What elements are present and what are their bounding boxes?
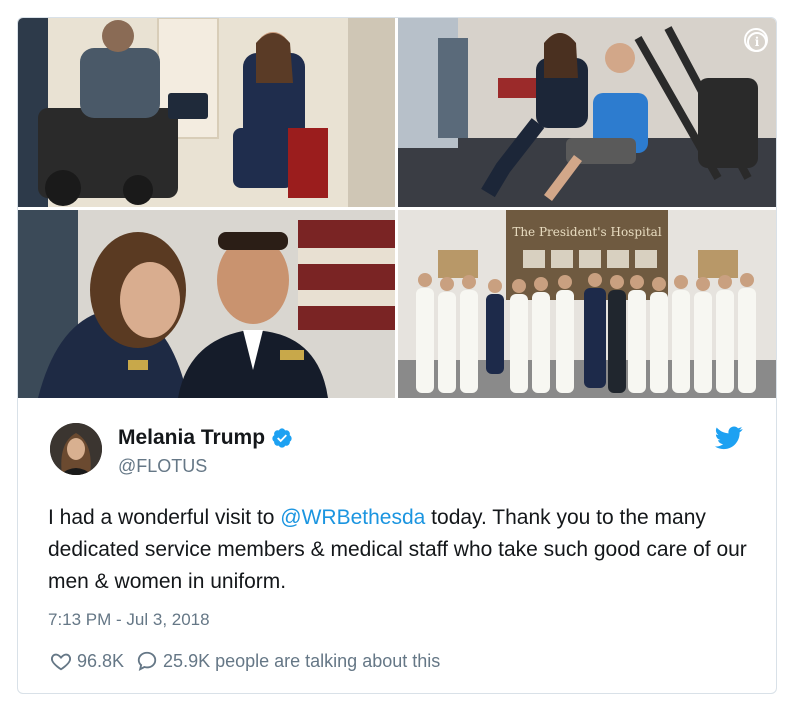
- photo-group-staff[interactable]: The President's Hospital: [398, 210, 776, 398]
- tweet-text-start: I had a wonderful visit to: [48, 506, 281, 529]
- tweet-media-grid: The President's Hospital i: [18, 18, 776, 398]
- speech-bubble-icon: [137, 651, 157, 671]
- avatar[interactable]: [50, 423, 102, 475]
- like-count: 96.8K: [77, 650, 125, 671]
- handle[interactable]: @FLOTUS: [118, 456, 207, 477]
- like-button[interactable]: 96.8K: [50, 650, 124, 672]
- heart-icon: [50, 653, 72, 671]
- display-name[interactable]: Melania Trump: [118, 426, 265, 450]
- reply-button[interactable]: 25.9K people are talking about this: [136, 650, 440, 672]
- author-name-row[interactable]: Melania Trump: [118, 426, 293, 450]
- photo-wheelchair-visit[interactable]: [18, 18, 395, 207]
- timestamp[interactable]: 7:13 PM - Jul 3, 2018: [48, 610, 210, 630]
- tweet-actions: 96.8K 25.9K people are talking about thi…: [50, 650, 440, 672]
- verified-badge-icon: [272, 428, 292, 448]
- twitter-bird-icon[interactable]: [715, 426, 743, 450]
- hospital-sign-text: The President's Hospital: [512, 225, 662, 239]
- conversation-count: 25.9K people are talking about this: [163, 650, 441, 671]
- info-icon[interactable]: i: [747, 32, 767, 52]
- photo-soldier-portrait[interactable]: [18, 210, 395, 398]
- tweet-card[interactable]: The President's Hospital i Melania Trump…: [17, 17, 777, 694]
- mention-link[interactable]: @WRBethesda: [280, 506, 425, 529]
- photo-gym-visit[interactable]: [398, 18, 776, 207]
- tweet-text: I had a wonderful visit to @WRBethesda t…: [48, 502, 758, 598]
